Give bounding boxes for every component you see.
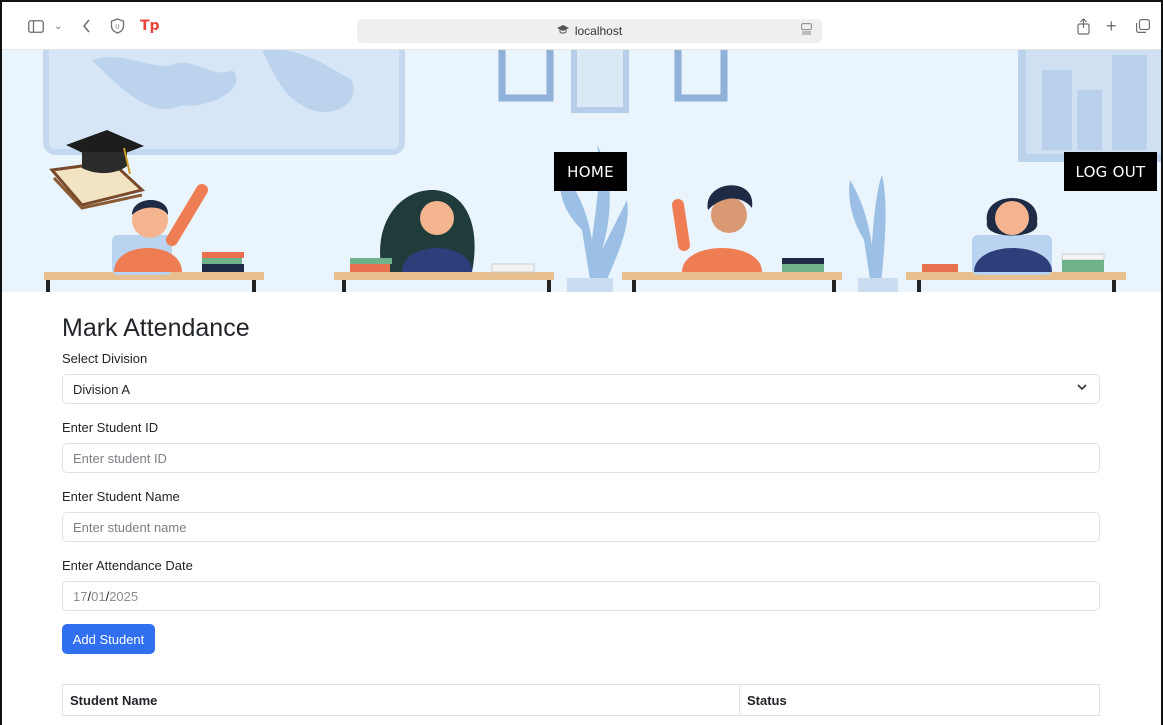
browser-window: ⌄ U Tp localhost + HOME LOG OUT Mark Att… xyxy=(0,0,1163,725)
student-name-placeholder: Enter student name xyxy=(73,519,187,535)
reader-icon[interactable] xyxy=(801,23,812,38)
date-year: 2025 xyxy=(109,588,139,604)
date-month: 01 xyxy=(91,588,106,604)
shield-icon[interactable]: U xyxy=(110,16,125,36)
division-selected-value: Division A xyxy=(73,381,131,397)
student-name-input[interactable]: Enter student name xyxy=(62,512,1100,542)
add-student-button[interactable]: Add Student xyxy=(62,624,155,654)
chevron-down-icon xyxy=(1077,382,1087,394)
division-select[interactable]: Division A xyxy=(62,374,1100,404)
svg-text:U: U xyxy=(115,24,119,31)
date-day: 17 xyxy=(73,588,88,604)
student-id-label: Enter Student ID xyxy=(62,420,159,435)
share-icon[interactable] xyxy=(1077,16,1090,36)
attendance-table-header: Student Name Status xyxy=(62,684,1100,716)
plus-icon[interactable]: + xyxy=(1106,16,1117,36)
division-label: Select Division xyxy=(62,351,148,366)
page-title: Mark Attendance xyxy=(62,314,250,342)
chevron-down-icon[interactable]: ⌄ xyxy=(54,16,62,36)
tp-icon[interactable]: Tp xyxy=(140,16,160,36)
column-header-student-name: Student Name xyxy=(63,685,740,715)
url-text: localhost xyxy=(574,24,623,38)
back-icon[interactable] xyxy=(82,16,91,36)
browser-toolbar: ⌄ U Tp localhost + xyxy=(2,2,1161,50)
column-header-status: Status xyxy=(747,692,787,708)
home-nav-button[interactable]: HOME xyxy=(554,152,627,191)
date-label: Enter Attendance Date xyxy=(62,558,193,573)
student-id-placeholder: Enter student ID xyxy=(73,450,167,466)
address-bar[interactable]: localhost xyxy=(357,19,822,43)
attendance-date-input[interactable]: 17/01/2025 xyxy=(62,581,1100,611)
tabs-icon[interactable] xyxy=(1136,16,1150,36)
sidebar-icon[interactable] xyxy=(28,16,44,36)
student-id-input[interactable]: Enter student ID xyxy=(62,443,1100,473)
logout-nav-button[interactable]: LOG OUT xyxy=(1064,152,1157,191)
student-name-label: Enter Student Name xyxy=(62,489,180,504)
site-icon xyxy=(556,25,569,37)
hero-banner: HOME LOG OUT xyxy=(2,50,1161,292)
